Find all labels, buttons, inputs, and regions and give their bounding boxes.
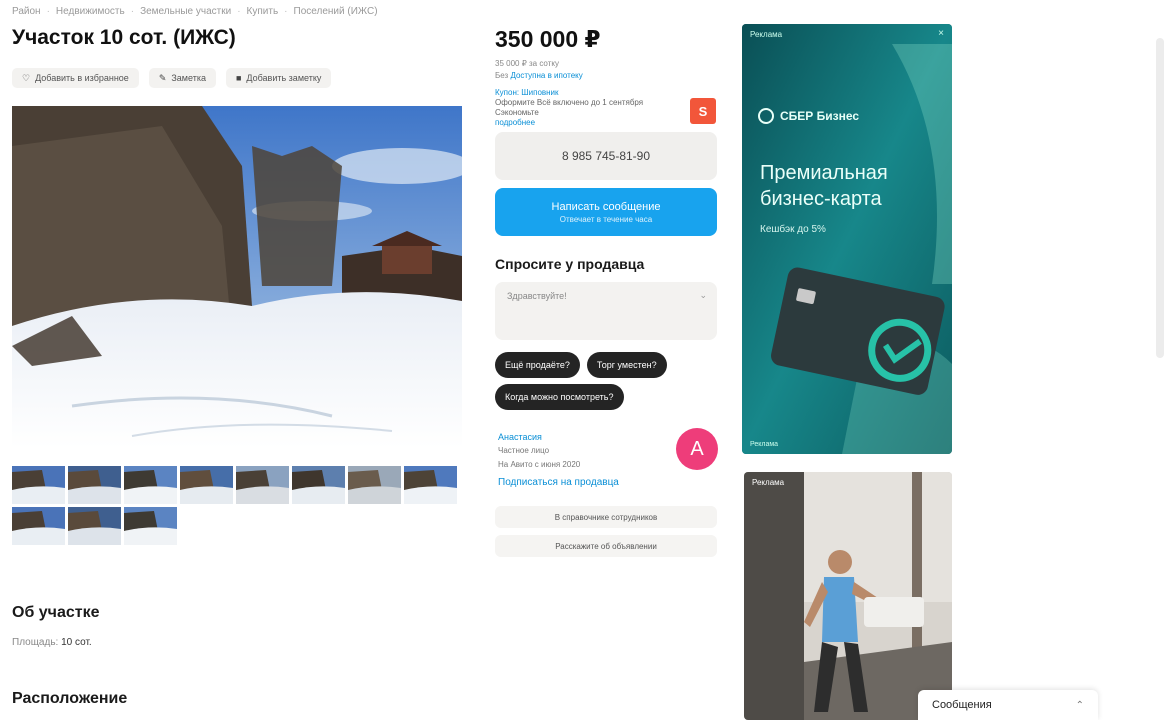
chevron-down-icon: ⌄ <box>699 290 707 300</box>
heart-icon: ♡ <box>22 72 31 83</box>
main-photo[interactable] <box>12 106 462 448</box>
thumbnail-image <box>236 466 289 504</box>
scrollbar[interactable] <box>1156 38 1164 358</box>
photo-thumbnail[interactable] <box>12 466 65 504</box>
compare-button[interactable]: ■ Добавить заметку <box>225 68 332 88</box>
breadcrumb-item[interactable]: Район <box>12 6 41 17</box>
promo-block: Купон: Шиповник Оформите Всё включено до… <box>495 88 685 128</box>
message-button-sub: Отвечает в течение часа <box>559 214 653 224</box>
ad-foot: Реклама <box>750 441 779 448</box>
note-icon: ✎ <box>158 72 167 83</box>
mortgage-link[interactable]: Доступна в ипотеку <box>510 71 582 80</box>
seller-name[interactable]: Анастасия <box>498 432 542 442</box>
breadcrumb-separator: · <box>130 6 135 17</box>
quick-reply-chips: Ещё продаёте? Торг уместен? Когда можно … <box>495 352 721 410</box>
ad-brand-name: СБЕР Бизнес <box>780 109 860 123</box>
thumbnail-image <box>124 466 177 504</box>
action-label: Добавить заметку <box>246 73 322 83</box>
ask-seller-title: Спросите у продавца <box>495 256 645 272</box>
page-title: Участок 10 сот. (ИЖС) <box>12 26 236 49</box>
breadcrumb-item[interactable]: Недвижимость <box>56 6 125 17</box>
breadcrumb: Район · Недвижимость · Земельные участки · … <box>12 6 378 17</box>
photo-thumbnail[interactable] <box>124 466 177 504</box>
photo-thumbnail[interactable] <box>292 466 345 504</box>
photo-thumbnail[interactable] <box>404 466 457 504</box>
sber-logo-icon <box>758 108 774 124</box>
thumbnail-image <box>12 507 65 545</box>
quick-reply-chip[interactable]: Когда можно посмотреть? <box>495 384 624 410</box>
action-label: Добавить в избранное <box>35 73 129 83</box>
thumbnail-image <box>348 466 401 504</box>
mortgage-text: Без <box>495 71 509 80</box>
note-button[interactable]: ✎ Заметка <box>148 68 216 88</box>
price: 350 000 ₽ <box>495 26 601 52</box>
photo-thumbnail[interactable] <box>68 507 121 545</box>
thumbnail-image <box>12 466 65 504</box>
about-section-title: Об участке <box>12 604 100 621</box>
ask-seller-input[interactable]: Здравствуйте! ⌄ <box>495 282 717 340</box>
breadcrumb-item[interactable]: Купить <box>247 6 279 17</box>
thumbnail-image <box>68 466 121 504</box>
show-phone-button[interactable]: 8 985 745-81-90 <box>495 132 717 180</box>
breadcrumb-separator: · <box>237 6 241 17</box>
close-icon[interactable]: × <box>938 28 944 39</box>
ad-banner-fitness[interactable]: Реклама <box>744 472 952 720</box>
breadcrumb-separator: · <box>46 6 50 17</box>
thumbnail-image <box>124 507 177 545</box>
thumbnail-image <box>292 466 345 504</box>
promo-link[interactable]: подробнее <box>495 118 685 128</box>
report-listing-button[interactable]: Расскажите об объявлении <box>495 535 717 557</box>
promo-text: Оформите Всё включено до 1 сентября Сэко… <box>495 98 644 117</box>
area-label: Площадь: <box>12 637 59 648</box>
write-message-button[interactable]: Написать сообщение Отвечает в течение ча… <box>495 188 717 236</box>
photo-thumbnail[interactable] <box>68 466 121 504</box>
breadcrumb-separator: · <box>284 6 288 17</box>
add-to-favorites-button[interactable]: ♡ Добавить в избранное <box>12 68 139 88</box>
quick-reply-chip[interactable]: Ещё продаёте? <box>495 352 580 378</box>
messages-bar[interactable]: Сообщения ⌃ <box>918 690 1098 720</box>
ad-tag: Реклама <box>750 30 783 39</box>
area-value: 10 сот. <box>61 637 92 648</box>
ad-tag: Реклама <box>752 478 785 487</box>
photo-thumbnail[interactable] <box>180 466 233 504</box>
breadcrumb-item[interactable]: Поселений (ИЖС) <box>294 6 378 17</box>
photo-thumbnail[interactable] <box>348 466 401 504</box>
fitness-photo <box>744 472 952 720</box>
location-section-title: Расположение <box>12 690 128 707</box>
contacts-directory-button[interactable]: В справочнике сотрудников <box>495 506 717 528</box>
messages-label: Сообщения <box>932 699 992 711</box>
photo-thumbnail[interactable] <box>236 466 289 504</box>
thumbnail-strip <box>12 466 462 545</box>
snowy-plot-photo <box>12 106 462 448</box>
mortgage-row: Без Доступна в ипотеку <box>495 70 583 82</box>
photo-thumbnail[interactable] <box>12 507 65 545</box>
area-row: Площадь: 10 сот. <box>12 637 92 648</box>
ask-input-placeholder: Здравствуйте! <box>507 291 567 301</box>
subscribe-seller-link[interactable]: Подписаться на продавца <box>498 477 619 488</box>
quick-reply-chip[interactable]: Торг уместен? <box>586 352 667 378</box>
chevron-up-icon[interactable]: ⌃ <box>1076 700 1084 711</box>
compare-icon: ■ <box>235 73 242 83</box>
price-details: 35 000 ₽ за сотку Без Доступна в ипотеку <box>495 58 583 82</box>
ad-headline: Премиальная бизнес-карта <box>760 162 888 210</box>
thumbnail-image <box>68 507 121 545</box>
ad-banner-sber[interactable]: Реклама × СБЕР Бизнес Премиальная бизнес… <box>742 24 952 454</box>
breadcrumb-item[interactable]: Земельные участки <box>140 6 231 17</box>
promo-badge-icon[interactable]: S <box>690 98 716 124</box>
thumbnail-image <box>180 466 233 504</box>
listing-actions: ♡ Добавить в избранное ✎ Заметка ■ Добав… <box>12 68 332 88</box>
ad-subline: Кешбэк до 5% <box>760 224 826 235</box>
ad-brand: СБЕР Бизнес <box>758 108 859 124</box>
price-per-unit: 35 000 ₽ за сотку <box>495 59 559 68</box>
seller-since: На Авито с июня 2020 <box>498 460 581 469</box>
seller-type: Частное лицо <box>498 446 550 455</box>
promo-label[interactable]: Купон: Шиповник <box>495 88 685 98</box>
ad-card-graphic <box>742 24 952 454</box>
thumbnail-image <box>404 466 457 504</box>
avatar[interactable]: А <box>676 428 718 470</box>
action-label: Заметка <box>171 73 206 83</box>
message-button-label: Написать сообщение <box>551 200 661 213</box>
photo-thumbnail[interactable] <box>124 507 177 545</box>
